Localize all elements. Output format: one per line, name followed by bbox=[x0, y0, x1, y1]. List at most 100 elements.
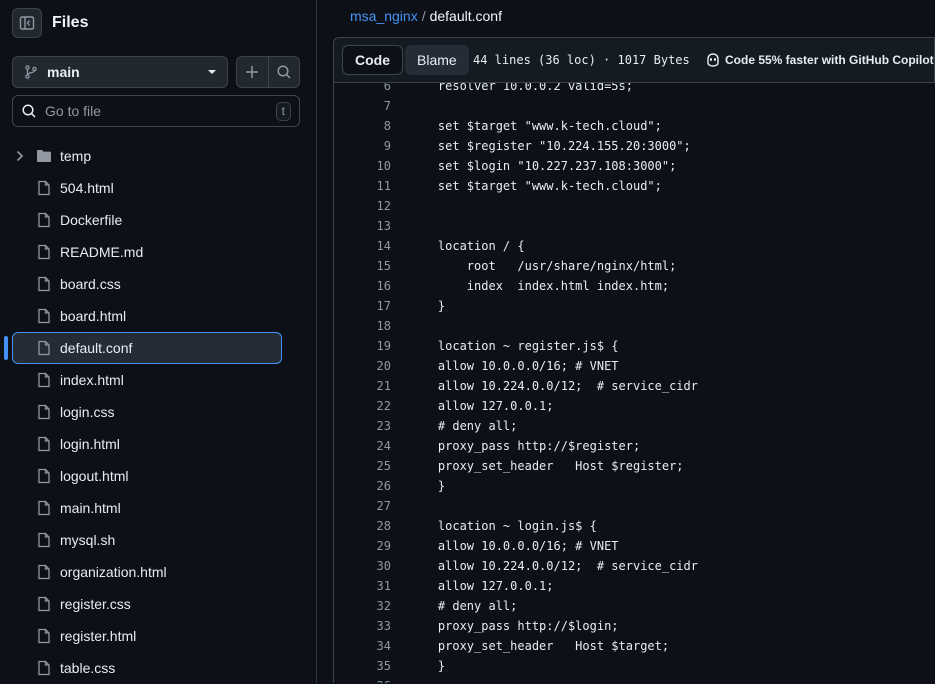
tree-item-file[interactable]: login.html bbox=[12, 428, 282, 460]
line-number[interactable]: 11 bbox=[334, 176, 391, 196]
line-text: } bbox=[409, 299, 446, 313]
line-number[interactable]: 22 bbox=[334, 396, 391, 416]
folder-icon bbox=[37, 150, 51, 162]
line-text: allow 10.0.0.0/16; # VNET bbox=[409, 539, 619, 553]
tree-item-label: board.css bbox=[60, 276, 121, 292]
line-text: # deny all; bbox=[409, 599, 518, 613]
file-icon bbox=[38, 500, 50, 516]
tree-item-file[interactable]: register.css bbox=[12, 588, 282, 620]
tree-item-file[interactable]: index.html bbox=[12, 364, 282, 396]
line-number[interactable]: 18 bbox=[334, 316, 391, 336]
code-view-button[interactable]: Code bbox=[342, 45, 403, 75]
tree-item-file[interactable]: board.html bbox=[12, 300, 282, 332]
add-file-button[interactable] bbox=[237, 57, 269, 87]
file-icon bbox=[38, 404, 50, 420]
tree-item-file[interactable]: logout.html bbox=[12, 460, 282, 492]
tree-item-label: logout.html bbox=[60, 468, 129, 484]
line-number[interactable]: 21 bbox=[334, 376, 391, 396]
tree-item-label: default.conf bbox=[60, 340, 133, 356]
view-toggle: Code Blame bbox=[342, 45, 469, 75]
tree-item-file[interactable]: 504.html bbox=[12, 172, 282, 204]
tree-item-file[interactable]: login.css bbox=[12, 396, 282, 428]
line-number[interactable]: 26 bbox=[334, 476, 391, 496]
tree-item-label: README.md bbox=[60, 244, 144, 260]
line-text: index index.html index.htm; bbox=[409, 279, 670, 293]
tree-item-file[interactable]: README.md bbox=[12, 236, 282, 268]
line-number[interactable]: 12 bbox=[334, 196, 391, 216]
tree-item-file[interactable]: main.html bbox=[12, 492, 282, 524]
go-to-file-input[interactable]: Go to file t bbox=[12, 95, 300, 127]
caret-down-icon bbox=[208, 70, 216, 74]
branch-selector[interactable]: main bbox=[12, 56, 228, 88]
copilot-promo[interactable]: Code 55% faster with GitHub Copilot bbox=[705, 52, 934, 68]
file-icon bbox=[38, 532, 50, 548]
tree-item-file[interactable]: table.css bbox=[12, 652, 282, 684]
line-text: location ~ login.js$ { bbox=[409, 519, 597, 533]
line-number[interactable]: 13 bbox=[334, 216, 391, 236]
tree-item-file[interactable]: Dockerfile bbox=[12, 204, 282, 236]
file-icon bbox=[38, 596, 50, 612]
line-number[interactable]: 25 bbox=[334, 456, 391, 476]
tree-item-file[interactable]: register.html bbox=[12, 620, 282, 652]
line-text: proxy_pass http://$login; bbox=[409, 619, 619, 633]
line-number[interactable]: 10 bbox=[334, 156, 391, 176]
tree-item-label: register.css bbox=[60, 596, 131, 612]
line-text: proxy_pass http://$register; bbox=[409, 439, 641, 453]
tree-item-label: register.html bbox=[60, 628, 137, 644]
line-number[interactable]: 32 bbox=[334, 596, 391, 616]
tree-item-label: board.html bbox=[60, 308, 127, 324]
file-icon bbox=[38, 372, 50, 388]
line-text: set $target "www.k-tech.cloud"; bbox=[409, 119, 662, 133]
selected-indicator bbox=[4, 336, 8, 360]
line-number[interactable]: 9 bbox=[334, 136, 391, 156]
file-icon bbox=[38, 564, 50, 580]
line-number[interactable]: 31 bbox=[334, 576, 391, 596]
line-number[interactable]: 7 bbox=[334, 96, 391, 116]
line-number[interactable]: 16 bbox=[334, 276, 391, 296]
copilot-icon bbox=[707, 53, 719, 67]
line-text: root /usr/share/nginx/html; bbox=[409, 259, 677, 273]
line-number[interactable]: 19 bbox=[334, 336, 391, 356]
line-number[interactable]: 36 bbox=[334, 676, 391, 683]
line-number[interactable]: 34 bbox=[334, 636, 391, 656]
line-number[interactable]: 14 bbox=[334, 236, 391, 256]
line-number[interactable]: 33 bbox=[334, 616, 391, 636]
collapse-sidebar-button[interactable] bbox=[12, 8, 42, 38]
line-number[interactable]: 35 bbox=[334, 656, 391, 676]
tree-item-file[interactable]: board.css bbox=[12, 268, 282, 300]
line-text: proxy_set_header Host $target; bbox=[409, 639, 670, 653]
line-number[interactable]: 29 bbox=[334, 536, 391, 556]
line-number[interactable]: 15 bbox=[334, 256, 391, 276]
line-number[interactable]: 27 bbox=[334, 496, 391, 516]
chevron-right-icon bbox=[16, 150, 24, 162]
line-text: location ~ register.js$ { bbox=[409, 339, 619, 353]
tree-item-file-selected[interactable]: default.conf bbox=[12, 332, 282, 364]
tree-item-label: table.css bbox=[60, 660, 116, 676]
line-number[interactable]: 24 bbox=[334, 436, 391, 456]
files-title: Files bbox=[52, 14, 89, 31]
tree-item-file[interactable]: mysql.sh bbox=[12, 524, 282, 556]
line-number[interactable]: 17 bbox=[334, 296, 391, 316]
line-number[interactable]: 28 bbox=[334, 516, 391, 536]
line-number[interactable]: 6 bbox=[334, 83, 391, 96]
breadcrumb-separator: / bbox=[421, 8, 426, 24]
search-code-button[interactable] bbox=[269, 57, 300, 87]
file-icon bbox=[38, 436, 50, 452]
file-viewer: msa_nginx / default.conf Code Blame 44 lin… bbox=[317, 0, 935, 683]
file-icon bbox=[38, 308, 50, 324]
tree-item-label: login.css bbox=[60, 404, 115, 420]
tree-item-file[interactable]: organization.html bbox=[12, 556, 282, 588]
tree-item-label: Dockerfile bbox=[60, 212, 123, 228]
keyboard-shortcut-badge: t bbox=[275, 101, 291, 121]
line-number[interactable]: 30 bbox=[334, 556, 391, 576]
file-icon bbox=[38, 244, 50, 260]
line-number[interactable]: 8 bbox=[334, 116, 391, 136]
breadcrumb-repo-link[interactable]: msa_nginx bbox=[350, 8, 418, 24]
blame-view-button[interactable]: Blame bbox=[405, 45, 469, 75]
line-number[interactable]: 20 bbox=[334, 356, 391, 376]
file-icon bbox=[38, 276, 50, 292]
go-to-file-placeholder: Go to file bbox=[45, 103, 102, 119]
line-text: resolver 10.0.0.2 valid=5s; bbox=[409, 83, 633, 93]
tree-item-folder[interactable]: temp bbox=[12, 140, 282, 172]
line-number[interactable]: 23 bbox=[334, 416, 391, 436]
